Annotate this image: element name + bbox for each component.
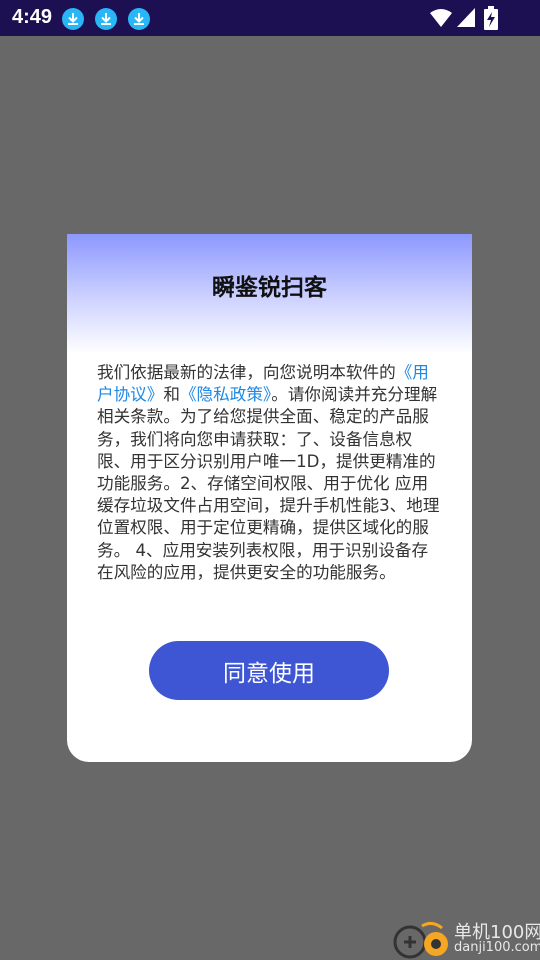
- body-intro: 我们依据最新的法律，向您说明本软件的: [97, 363, 396, 382]
- watermark-logo-icon: [393, 921, 448, 959]
- status-time: 4:49: [12, 6, 53, 28]
- battery-charging-icon: [484, 6, 498, 34]
- and-text: 和: [163, 385, 180, 405]
- status-bar: 4:49: [0, 0, 540, 36]
- privacy-policy-link[interactable]: 《隐私政策》: [180, 385, 271, 404]
- download-icon: [95, 8, 117, 30]
- wifi-icon: [430, 8, 452, 32]
- privacy-dialog: 瞬鉴锐扫客 我们依据最新的法律，向您说明本软件的《用户协议》和《隐私政策》。请你…: [67, 234, 472, 762]
- dialog-body: 我们依据最新的法律，向您说明本软件的《用户协议》和《隐私政策》。请你阅读并充分理…: [97, 362, 442, 584]
- dialog-title: 瞬鉴锐扫客: [212, 275, 327, 301]
- signal-icon: [457, 8, 475, 32]
- watermark: 单机100网 danji100.com: [392, 916, 540, 960]
- download-icon: [62, 8, 84, 30]
- body-rest: 。请你阅读并充分理解相关条款。为了给您提供全面、稳定的产品服务，我们将向您申请获…: [97, 385, 440, 582]
- download-icon: [128, 8, 150, 30]
- watermark-url: danji100.com: [454, 940, 540, 955]
- agree-button[interactable]: 同意使用: [149, 641, 389, 700]
